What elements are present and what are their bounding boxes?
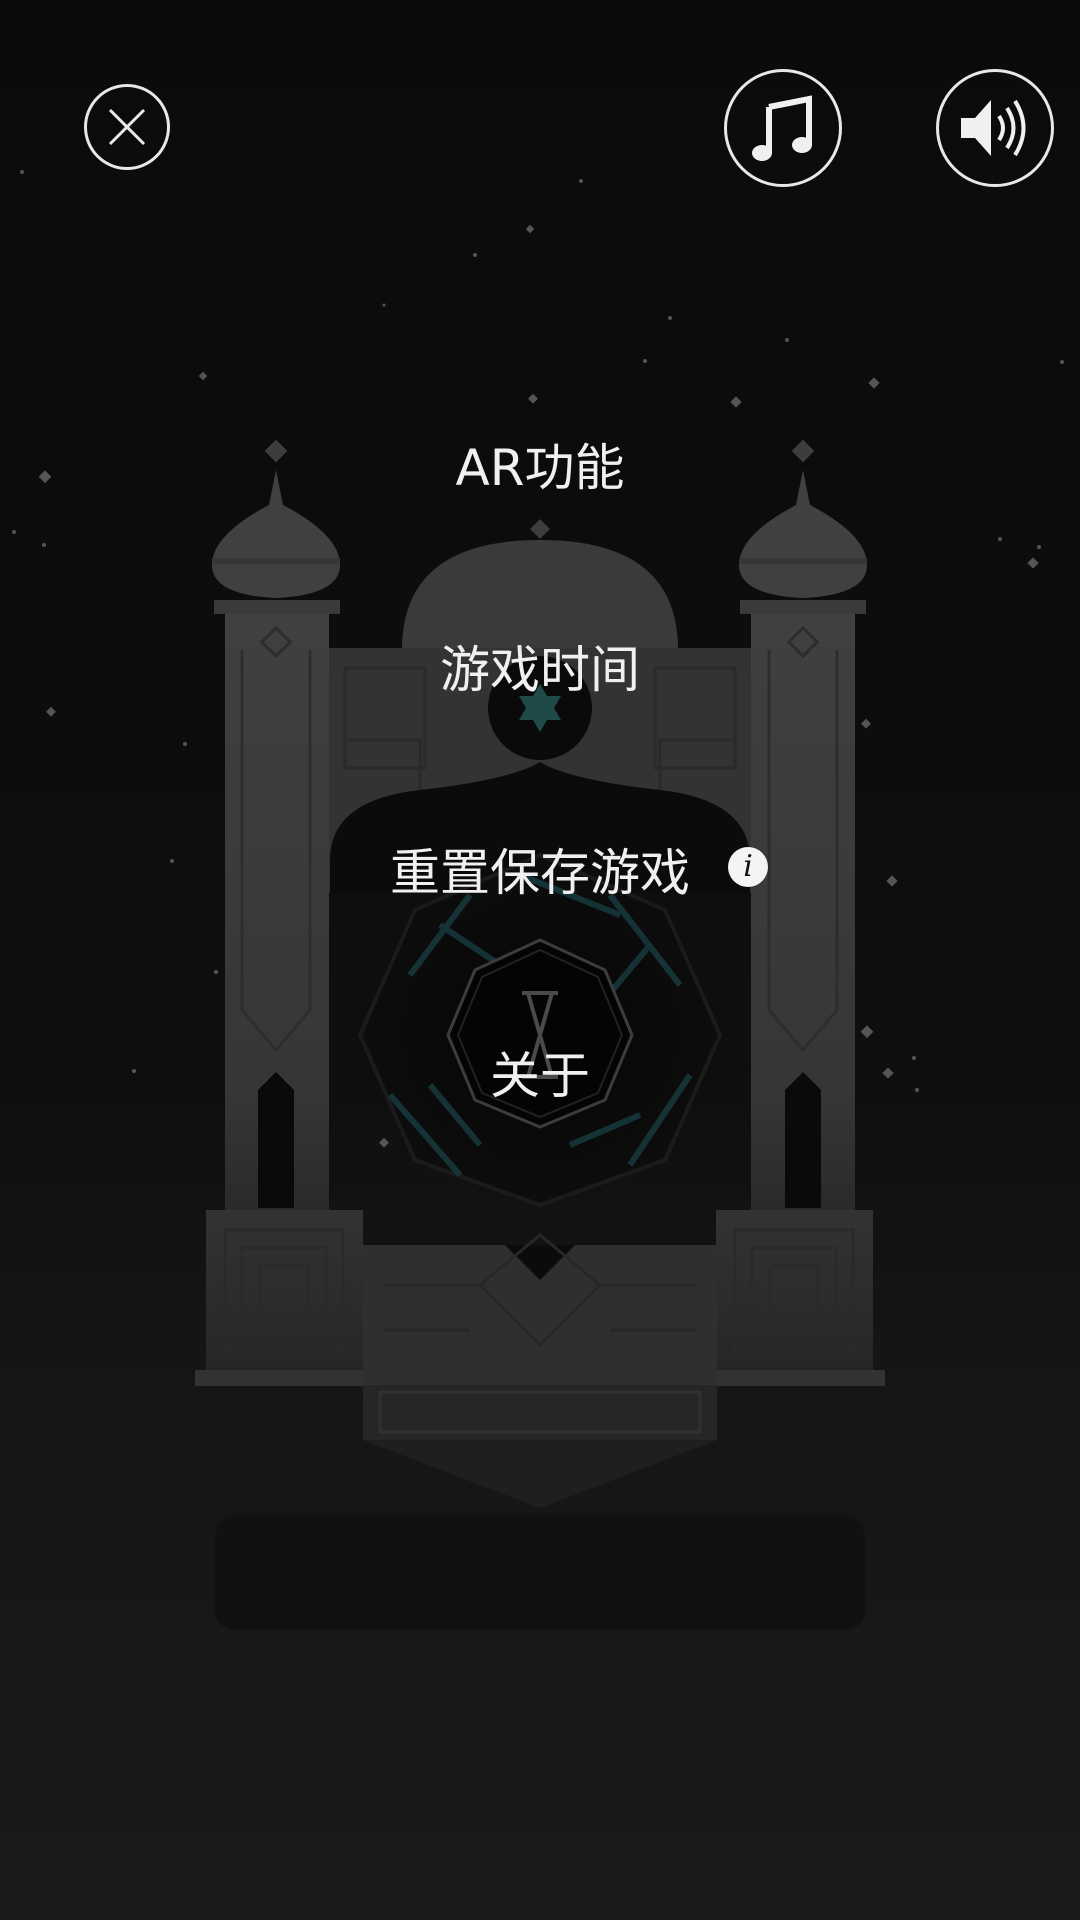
music-note-icon	[752, 95, 812, 161]
sound-toggle-button[interactable]	[936, 69, 1054, 187]
close-button[interactable]	[84, 84, 170, 170]
info-icon[interactable]: i	[728, 847, 768, 887]
ar-feature-label: AR功能	[455, 439, 625, 497]
portal	[357, 852, 723, 1208]
playtime-label: 游戏时间	[440, 641, 640, 699]
ar-feature-button[interactable]: AR功能	[0, 428, 1080, 500]
playtime-button[interactable]: 游戏时间	[0, 630, 1080, 702]
palace-illustration	[12, 170, 1064, 1630]
close-icon	[108, 108, 146, 146]
reset-save-button[interactable]: 重置保存游戏	[0, 833, 1080, 905]
reset-save-label: 重置保存游戏	[390, 844, 690, 902]
music-toggle-button[interactable]	[724, 69, 842, 187]
info-glyph: i	[743, 849, 753, 884]
about-button[interactable]: 关于	[0, 1036, 1080, 1108]
about-label: 关于	[490, 1047, 590, 1105]
speaker-icon	[961, 99, 1026, 157]
